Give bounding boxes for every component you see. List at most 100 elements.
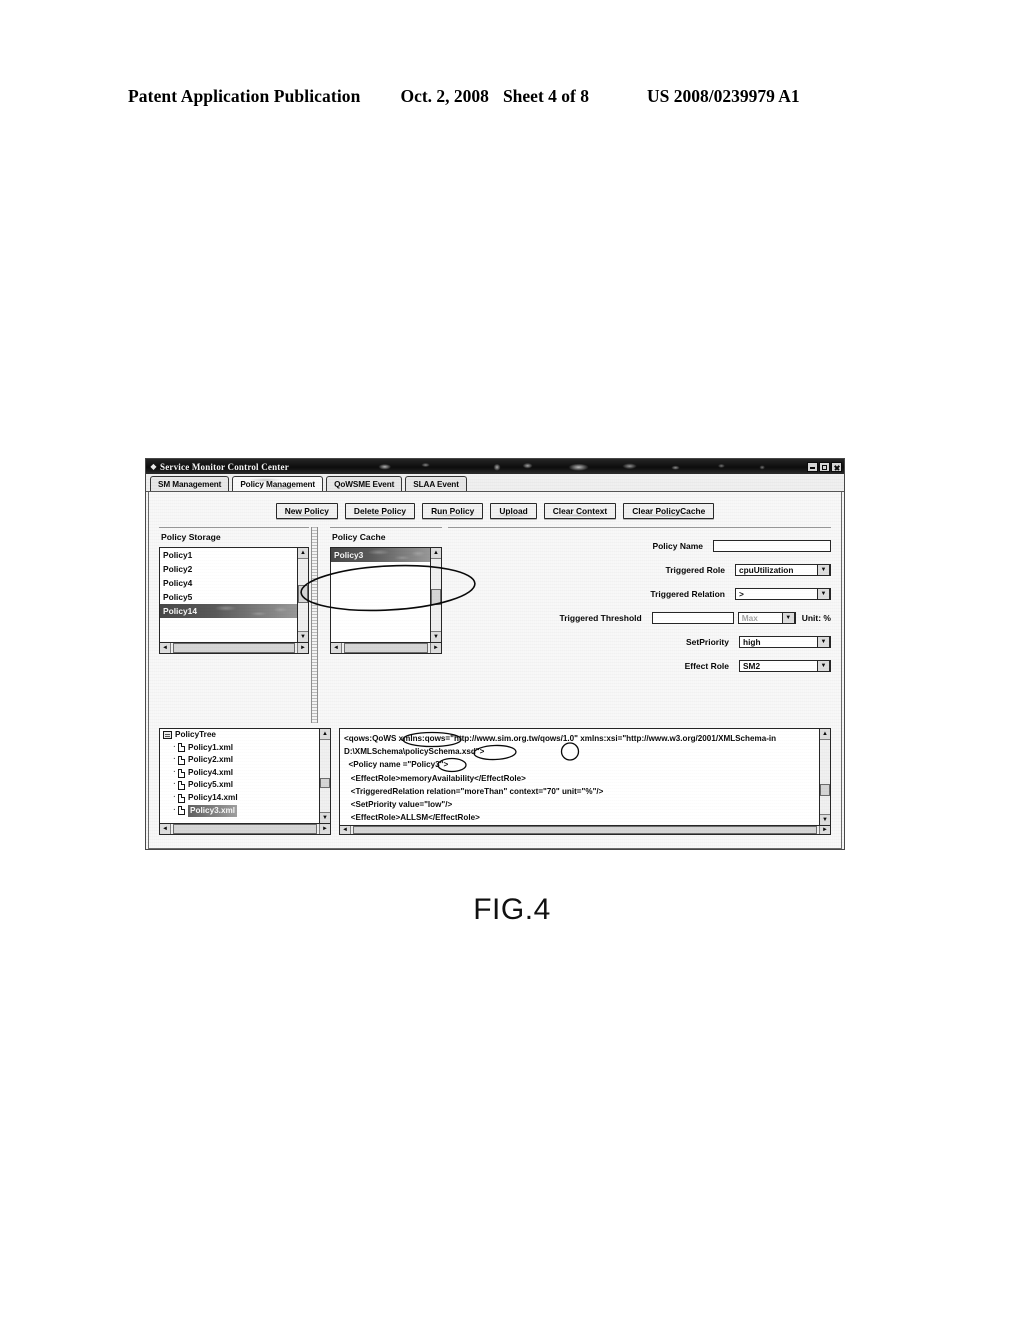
policy-cache-listbox-wrap: Policy3 ▲ ▼ bbox=[330, 547, 442, 643]
tree-root-node[interactable]: PolicyTree bbox=[160, 729, 319, 742]
list-item[interactable]: Policy1 bbox=[160, 548, 297, 562]
chevron-down-icon[interactable]: ▼ bbox=[817, 588, 830, 600]
policy-storage-list[interactable]: Policy1 Policy2 Policy4 Policy5 Policy14 bbox=[159, 547, 298, 643]
policy-cache-horizontal-scrollbar[interactable]: ◄ ► bbox=[330, 643, 442, 654]
tree-item[interactable]: · Policy1.xml bbox=[160, 742, 319, 755]
effect-role-value: SM2 bbox=[743, 661, 761, 671]
scroll-right-icon[interactable]: ► bbox=[319, 824, 330, 834]
scroll-thumb[interactable] bbox=[820, 784, 830, 796]
scroll-thumb[interactable] bbox=[320, 778, 330, 788]
tree-handle-icon[interactable]: · bbox=[171, 779, 178, 792]
clear-context-button[interactable]: Clear Context bbox=[543, 503, 617, 519]
scroll-left-icon[interactable]: ◄ bbox=[160, 824, 171, 834]
scroll-thumb[interactable] bbox=[173, 824, 317, 834]
scroll-thumb[interactable] bbox=[173, 643, 295, 653]
policy-name-label: Policy Name bbox=[652, 541, 703, 551]
list-item[interactable]: Policy3 bbox=[331, 548, 430, 562]
scroll-up-icon[interactable]: ▲ bbox=[298, 548, 308, 559]
chevron-down-icon[interactable]: ▼ bbox=[781, 612, 795, 624]
list-item[interactable]: Policy2 bbox=[160, 562, 297, 576]
scroll-track[interactable] bbox=[820, 740, 830, 815]
tree-handle-icon[interactable]: · bbox=[171, 767, 178, 780]
scroll-thumb[interactable] bbox=[353, 826, 817, 834]
panel-splitter[interactable] bbox=[311, 527, 318, 723]
triggered-threshold-input[interactable] bbox=[651, 612, 734, 624]
triggered-role-select[interactable]: cpuUtilization ▼ bbox=[735, 564, 831, 576]
tree-item-label: Policy4.xml bbox=[188, 767, 234, 777]
policy-xml-panel: <qows:QoWS xmlns:qows="http://www.sim.or… bbox=[339, 728, 831, 835]
set-priority-select[interactable]: high ▼ bbox=[739, 636, 831, 648]
scroll-track[interactable] bbox=[342, 643, 430, 653]
list-item[interactable]: Policy5 bbox=[160, 590, 297, 604]
list-item[interactable]: Policy14 bbox=[160, 604, 297, 618]
scroll-down-icon[interactable]: ▼ bbox=[820, 814, 830, 826]
minimize-icon[interactable] bbox=[807, 461, 818, 472]
scroll-up-icon[interactable]: ▲ bbox=[431, 548, 441, 559]
run-policy-button[interactable]: Run Policy bbox=[422, 503, 484, 519]
triggered-relation-select[interactable]: > ▼ bbox=[735, 588, 831, 600]
policy-storage-horizontal-scrollbar[interactable]: ◄ ► bbox=[159, 643, 309, 654]
scroll-thumb[interactable] bbox=[344, 643, 428, 653]
policy-xml-horizontal-scrollbar[interactable]: ◄ ► bbox=[339, 826, 831, 835]
upload-button[interactable]: Upload bbox=[490, 503, 537, 519]
tree-handle-icon[interactable]: · bbox=[171, 805, 178, 818]
close-icon[interactable] bbox=[831, 461, 842, 472]
scroll-track[interactable] bbox=[298, 559, 308, 631]
scroll-right-icon[interactable]: ► bbox=[430, 643, 441, 653]
scroll-track[interactable] bbox=[171, 643, 297, 653]
scroll-track[interactable] bbox=[431, 559, 441, 631]
policy-storage-vertical-scrollbar[interactable]: ▲ ▼ bbox=[298, 547, 309, 643]
tab-qowsme-event[interactable]: QoWSME Event bbox=[326, 476, 403, 491]
list-item[interactable]: Policy4 bbox=[160, 576, 297, 590]
policy-name-input[interactable] bbox=[713, 540, 831, 552]
chevron-down-icon[interactable]: ▼ bbox=[817, 564, 830, 576]
maximize-icon[interactable] bbox=[819, 461, 830, 472]
tree-item[interactable]: · Policy4.xml bbox=[160, 767, 319, 780]
effect-role-select[interactable]: SM2 ▼ bbox=[739, 660, 831, 672]
policy-cache-list[interactable]: Policy3 bbox=[330, 547, 431, 643]
delete-policy-button[interactable]: Delete Policy bbox=[344, 503, 416, 519]
window-title: Service Monitor Control Center bbox=[160, 461, 289, 472]
scroll-right-icon[interactable]: ► bbox=[297, 643, 308, 653]
scroll-track[interactable] bbox=[351, 826, 819, 834]
policy-xml-vertical-scrollbar[interactable]: ▲ ▼ bbox=[820, 728, 831, 827]
policy-tree-vertical-scrollbar[interactable]: ▲ ▼ bbox=[320, 728, 331, 824]
scroll-down-icon[interactable]: ▼ bbox=[431, 631, 441, 642]
tree-item[interactable]: · Policy5.xml bbox=[160, 779, 319, 792]
new-policy-button[interactable]: New Policy bbox=[275, 503, 338, 519]
tree-item[interactable]: · Policy2.xml bbox=[160, 754, 319, 767]
scroll-thumb[interactable] bbox=[431, 589, 441, 605]
policy-toolbar: New Policy Delete Policy Run Policy Uplo… bbox=[149, 492, 841, 527]
clear-policycache-button[interactable]: Clear PolicyCache bbox=[623, 503, 715, 519]
scroll-down-icon[interactable]: ▼ bbox=[298, 631, 308, 642]
tab-sm-management[interactable]: SM Management bbox=[150, 476, 230, 491]
scroll-left-icon[interactable]: ◄ bbox=[331, 643, 342, 653]
scroll-up-icon[interactable]: ▲ bbox=[820, 729, 830, 740]
tree-handle-icon[interactable]: · bbox=[171, 754, 178, 767]
chevron-down-icon[interactable]: ▼ bbox=[817, 636, 830, 648]
storage-divider bbox=[159, 527, 309, 528]
policy-tree-horizontal-scrollbar[interactable]: ◄ ► bbox=[159, 824, 331, 835]
tree-handle-icon[interactable]: · bbox=[171, 792, 178, 805]
scroll-track[interactable] bbox=[320, 740, 330, 812]
scroll-down-icon[interactable]: ▼ bbox=[320, 812, 330, 823]
tree-handle-icon[interactable]: · bbox=[171, 742, 178, 755]
policy-cache-vertical-scrollbar[interactable]: ▲ ▼ bbox=[431, 547, 442, 643]
policy-tree-view[interactable]: PolicyTree · Policy1.xml · Policy2.xml ·… bbox=[159, 728, 320, 824]
scroll-thumb[interactable] bbox=[298, 585, 308, 603]
policy-xml-viewer[interactable]: <qows:QoWS xmlns:qows="http://www.sim.or… bbox=[339, 728, 820, 827]
scroll-left-icon[interactable]: ◄ bbox=[160, 643, 171, 653]
chevron-down-icon[interactable]: ▼ bbox=[817, 660, 830, 672]
tree-item-label: Policy1.xml bbox=[188, 742, 234, 752]
scroll-right-icon[interactable]: ► bbox=[819, 826, 830, 834]
tree-item[interactable]: · Policy3.xml bbox=[160, 804, 319, 818]
scroll-up-icon[interactable]: ▲ bbox=[320, 729, 330, 740]
tree-item[interactable]: · Policy14.xml bbox=[160, 792, 319, 805]
tab-slaa-event[interactable]: SLAA Event bbox=[405, 476, 467, 491]
threshold-aggregate-select[interactable]: Max ▼ bbox=[737, 612, 796, 624]
publication-date: Oct. 2, 2008 bbox=[400, 86, 489, 106]
tab-policy-management[interactable]: Policy Management bbox=[232, 476, 324, 491]
scroll-track[interactable] bbox=[171, 824, 319, 834]
scroll-left-icon[interactable]: ◄ bbox=[340, 826, 351, 834]
policy-cache-title: Policy Cache bbox=[332, 532, 386, 542]
